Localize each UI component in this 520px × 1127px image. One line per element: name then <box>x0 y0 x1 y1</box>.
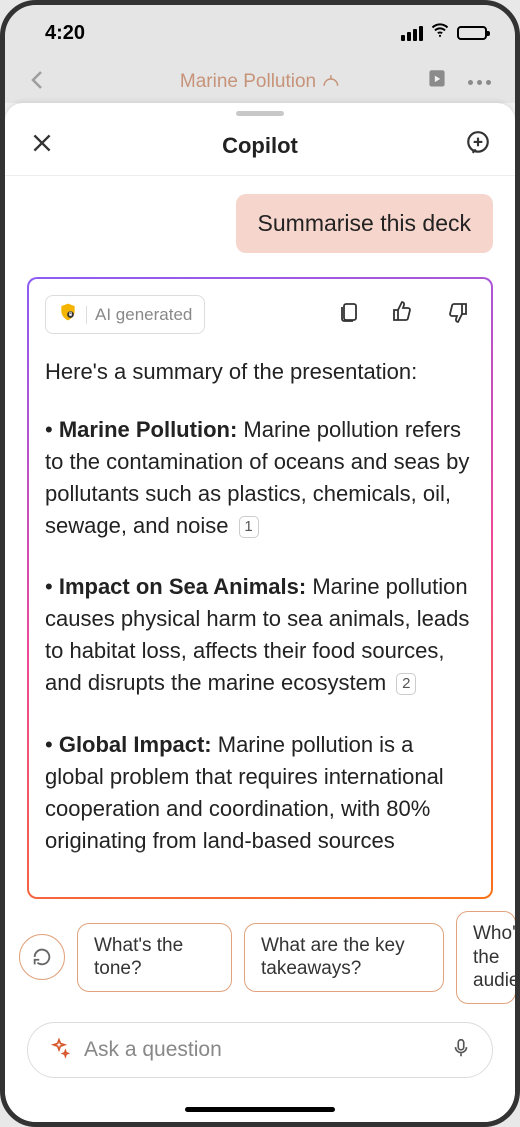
ai-response-card: AI generated He <box>27 277 493 899</box>
sheet-handle[interactable] <box>236 111 284 116</box>
copy-icon[interactable] <box>337 300 361 329</box>
cellular-signal-icon <box>401 26 423 41</box>
app-title: Marine Pollution <box>180 71 340 93</box>
home-indicator[interactable] <box>185 1107 335 1112</box>
sheet-title: Copilot <box>222 133 298 159</box>
suggestion-chip[interactable]: What are the key takeaways? <box>244 923 444 993</box>
status-indicators <box>401 20 487 46</box>
presenter-icon[interactable] <box>424 67 450 98</box>
summary-intro: Here's a summary of the presentation: <box>45 356 475 388</box>
status-time: 4:20 <box>45 22 85 45</box>
suggestion-chip[interactable]: What's the tone? <box>77 923 232 993</box>
sparkle-icon <box>48 1037 70 1064</box>
back-icon[interactable] <box>29 68 45 97</box>
copilot-sheet: Copilot Summarise this deck AI generated <box>5 103 515 1122</box>
ai-generated-badge: AI generated <box>45 295 205 334</box>
chat-area: Summarise this deck AI generated <box>5 176 515 899</box>
input-placeholder: Ask a question <box>84 1038 436 1062</box>
shield-icon <box>58 302 78 327</box>
microphone-icon[interactable] <box>450 1037 472 1064</box>
thumbs-down-icon[interactable] <box>445 300 469 329</box>
ai-response-content: Here's a summary of the presentation: • … <box>45 356 475 887</box>
summary-bullet: • Marine Pollution: Marine pollution ref… <box>45 414 475 542</box>
more-icon[interactable] <box>468 80 491 85</box>
ai-badge-label: AI generated <box>95 305 192 325</box>
summary-bullet: • Global Impact: Marine pollution is a g… <box>45 729 475 857</box>
new-chat-icon[interactable] <box>465 130 491 161</box>
content-fade <box>45 847 475 887</box>
summary-bullet: • Impact on Sea Animals: Marine pollutio… <box>45 571 475 699</box>
wifi-icon <box>430 20 450 46</box>
suggestion-chip[interactable]: Who's the audience? <box>456 911 515 1004</box>
suggestions-row: What's the tone? What are the key takeaw… <box>5 899 515 1018</box>
user-message: Summarise this deck <box>236 194 493 253</box>
reference-chip[interactable]: 1 <box>239 516 259 538</box>
battery-icon <box>457 26 487 40</box>
status-bar: 4:20 <box>5 5 515 61</box>
reference-chip[interactable]: 2 <box>396 673 416 695</box>
refresh-suggestions-button[interactable] <box>19 934 65 980</box>
thumbs-up-icon[interactable] <box>391 300 415 329</box>
app-header: Marine Pollution <box>5 61 515 103</box>
input-bar[interactable]: Ask a question <box>27 1022 493 1078</box>
close-icon[interactable] <box>29 130 55 161</box>
